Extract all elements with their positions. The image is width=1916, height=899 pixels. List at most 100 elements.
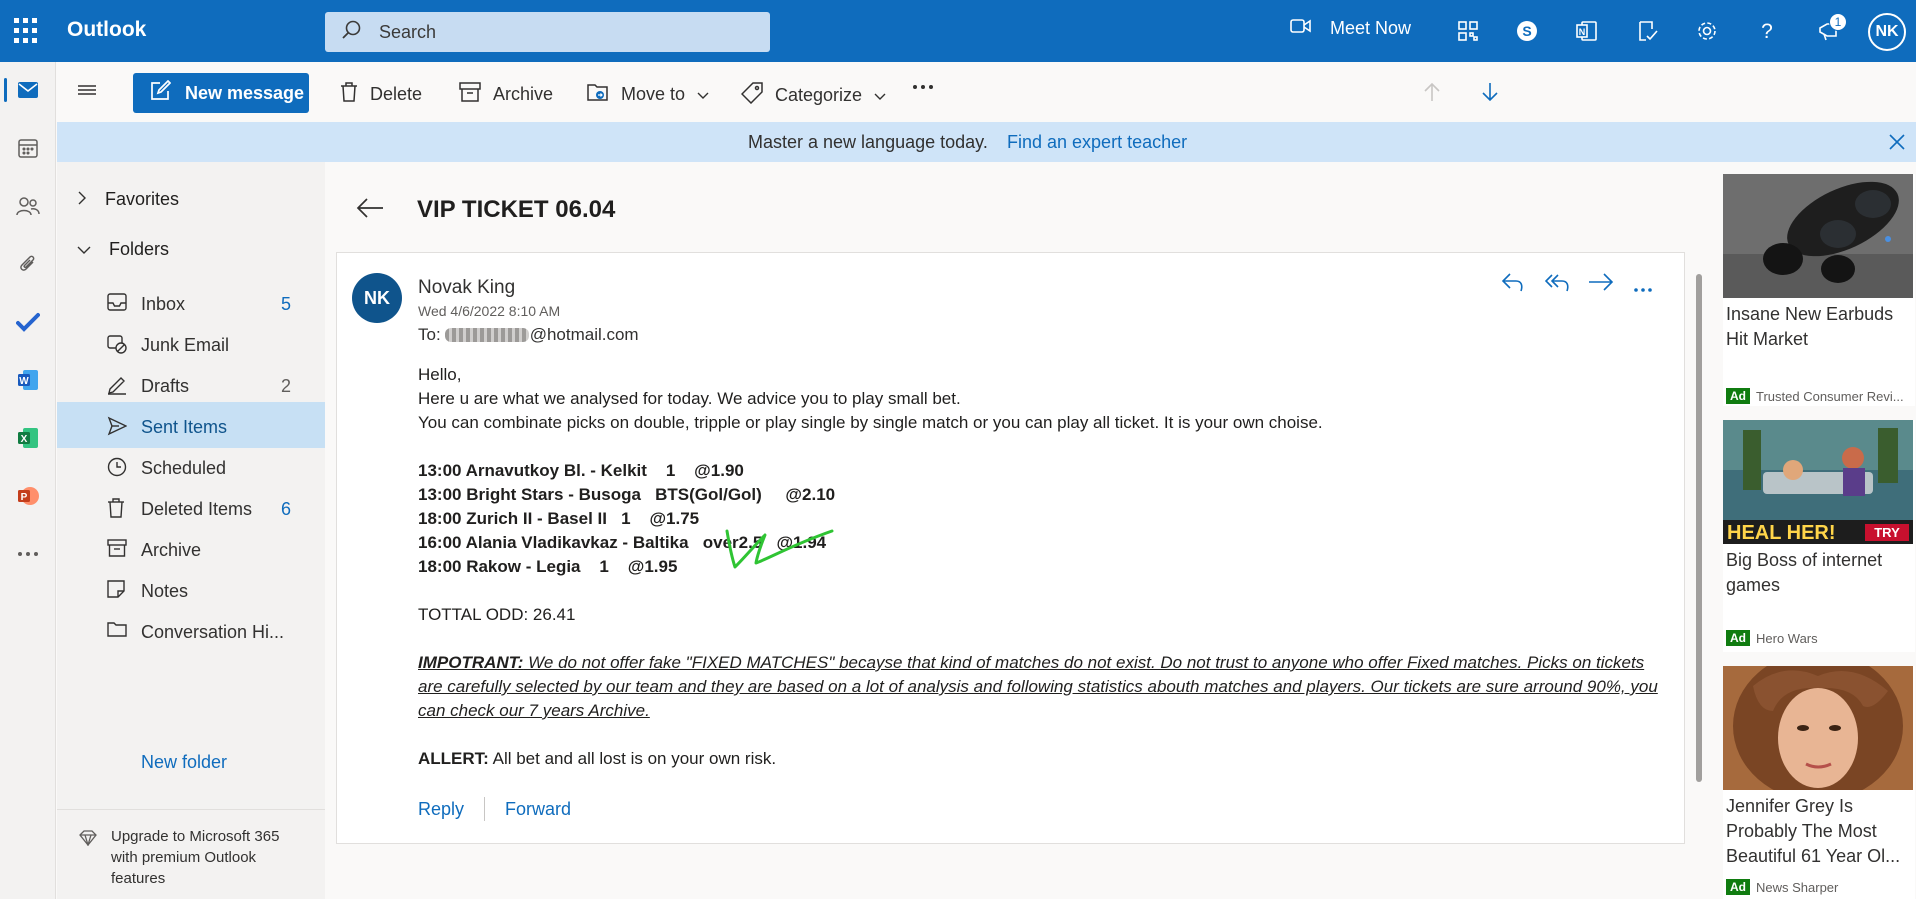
pick-line: 13:00 Arnavutkoy Bl. - Kelkit 1 @1.90 [418,461,744,480]
settings-gear-icon[interactable] [1694,18,1720,44]
banner-text: Master a new language today. [748,132,988,152]
folder-item[interactable]: Sent Items [57,402,325,448]
folder-label: Archive [141,540,202,560]
more-commands-icon[interactable] [912,84,934,90]
clock-icon [107,457,127,482]
meet-now-label: Meet Now [1330,18,1412,38]
inbox-icon [107,293,127,316]
to-do-check-icon[interactable] [0,302,56,342]
more-actions-icon[interactable] [1633,280,1653,298]
recipient-line: To: @hotmail.com [418,325,639,345]
banner-link[interactable]: Find an expert teacher [1007,132,1187,153]
categorize-button[interactable]: Categorize [740,82,886,109]
move-to-button[interactable]: Move to [587,82,709,107]
close-icon[interactable] [1888,133,1906,156]
upgrade-promo[interactable]: Upgrade to Microsoft 365 with premium Ou… [57,809,325,899]
folder-item[interactable]: Notes [57,566,325,612]
to-do-icon[interactable] [1634,18,1660,44]
favorites-header[interactable]: Favorites [77,189,179,210]
chevron-right-icon [77,189,87,210]
back-arrow-icon[interactable] [356,197,384,224]
previous-item-arrow-icon[interactable] [1423,82,1441,102]
scrollbar-thumb[interactable] [1696,274,1702,782]
folder-label: Junk Email [141,335,230,355]
search-input[interactable] [379,21,739,43]
new-folder-link[interactable]: New folder [141,752,227,773]
body-line-1: Here u are what we analysed for today. W… [418,389,961,408]
ads-column: Insane New Earbuds Hit Market Ad Trusted … [1713,162,1916,899]
reading-pane: VIP TICKET 06.04 NK Novak King Wed 4/6/2… [326,162,1713,899]
recipient-domain[interactable]: @hotmail.com [530,325,639,345]
delete-button[interactable]: Delete [340,82,422,107]
skype-icon[interactable]: S [1514,18,1540,44]
forward-icon[interactable] [1588,271,1614,298]
pick-line: 18:00 Zurich II - Basel II 1 @1.75 [418,509,700,528]
ad-title[interactable]: Insane New Earbuds Hit Market [1723,298,1915,352]
sender-avatar[interactable]: NK [352,273,402,323]
next-item-arrow-icon[interactable] [1481,82,1499,102]
new-message-label: New message [185,82,305,103]
diamond-icon [79,830,97,851]
folders-header[interactable]: Folders [77,239,169,260]
portrait-ad-image[interactable] [1723,666,1913,790]
chevron-down-icon [874,85,886,106]
folder-item[interactable]: Drafts 2 [57,361,325,407]
help-icon[interactable]: ? [1754,18,1780,44]
ad-badge: Ad [1726,388,1750,404]
onenote-icon[interactable]: N [1574,18,1600,44]
svg-text:X: X [21,434,28,445]
word-icon[interactable]: W [0,360,56,400]
folder-label: Scheduled [141,458,227,478]
ad-source-name: News Sharper [1756,879,1839,895]
forward-link[interactable]: Forward [505,799,571,820]
calendar-icon[interactable] [0,128,56,168]
folder-item[interactable]: Archive [57,525,325,571]
sender-name[interactable]: Novak King [418,277,515,299]
ad-badge: Ad [1726,879,1750,895]
more-apps-icon[interactable] [0,534,56,574]
user-avatar[interactable]: NK [1868,13,1906,51]
ad-title[interactable]: Jennifer Grey Is Probably The Most Beaut… [1723,790,1915,869]
folder-item[interactable]: Inbox 5 [57,279,325,325]
quick-reply-links: Reply Forward [418,797,571,821]
people-icon[interactable] [0,186,56,226]
folder-item[interactable]: Junk Email [57,320,325,366]
ad-title[interactable]: Big Boss of internet games [1723,544,1915,598]
new-message-button[interactable]: New message [133,73,309,113]
ad-card[interactable]: Jennifer Grey Is Probably The Most Beaut… [1723,666,1915,899]
app-name[interactable]: Outlook [67,18,146,42]
search-box[interactable] [325,12,770,52]
earbuds-ad-image[interactable] [1723,174,1913,298]
alert-notice: ALLERT: All bet and all lost is on your … [418,747,1658,771]
attachment-icon[interactable] [0,244,56,284]
excel-icon[interactable]: X [0,418,56,458]
folder-item[interactable]: Conversation Hi... [57,607,325,653]
reply-all-icon[interactable] [1544,271,1571,298]
folder-label: Drafts [141,376,190,396]
sent-date: Wed 4/6/2022 8:10 AM [418,303,561,319]
top-bar: Outlook Meet Now S N ? 1 NK [0,0,1916,62]
ad-card[interactable]: HEAL HER! TRY Big Boss of internet games… [1723,420,1915,652]
archive-button[interactable]: Archive [459,82,553,107]
app-rail: W X P [0,62,56,899]
powerpoint-icon[interactable]: P [0,476,56,516]
folder-item[interactable]: Deleted Items 6 [57,484,325,530]
compose-icon [149,79,172,107]
drafts-icon [107,375,127,400]
reply-link[interactable]: Reply [418,799,464,820]
send-icon [107,416,128,441]
folder-item[interactable]: Scheduled [57,443,325,489]
mail-icon[interactable] [0,70,56,110]
archive-box-icon [459,82,481,107]
app-launcher-icon[interactable] [14,18,40,44]
game-ad-image[interactable]: HEAL HER! TRY [1723,420,1913,544]
svg-text:?: ? [1761,20,1773,42]
message-card: NK Novak King Wed 4/6/2022 8:10 AM To: @h… [336,252,1685,844]
qr-code-icon[interactable] [1455,18,1481,44]
meet-now-button[interactable]: Meet Now [1290,18,1411,39]
reply-icon[interactable] [1501,271,1525,298]
chevron-down-icon [77,239,91,260]
reading-scrollbar[interactable] [1694,254,1702,814]
ad-card[interactable]: Insane New Earbuds Hit Market Ad Trusted … [1723,174,1915,406]
hamburger-menu-icon[interactable] [77,82,97,103]
